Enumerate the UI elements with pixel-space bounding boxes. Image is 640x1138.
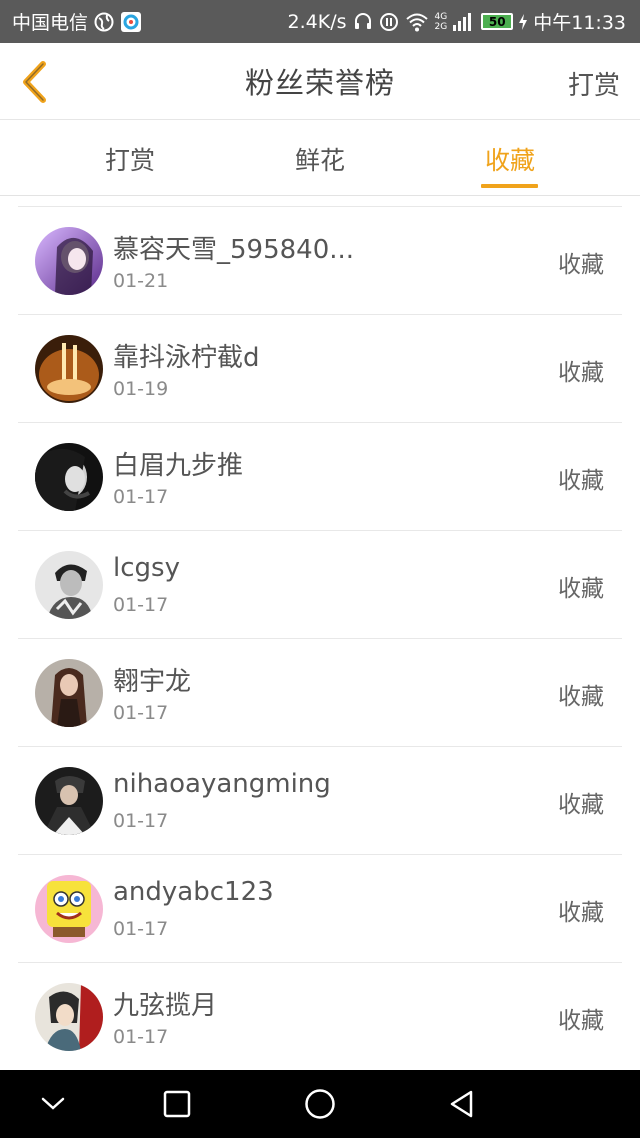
- app-notification-icon: [120, 11, 142, 33]
- nav-recents-button[interactable]: [155, 1082, 199, 1126]
- battery-icon: 50: [481, 13, 514, 30]
- status-bar: 中国电信 2.4K/s 4G 2G 50 中午11:33: [0, 0, 640, 43]
- carrier-label: 中国电信: [12, 12, 89, 34]
- list-item[interactable]: 翱宇龙 01-17 收藏: [18, 639, 622, 747]
- fan-date: 01-17: [113, 918, 169, 940]
- fan-action-label: 收藏: [558, 576, 604, 602]
- avatar: [35, 551, 103, 619]
- fan-action-label: 收藏: [558, 468, 604, 494]
- tab-flowers[interactable]: 鲜花: [260, 121, 380, 196]
- nav-back-button[interactable]: [440, 1082, 484, 1126]
- tab-tip[interactable]: 打赏: [70, 121, 190, 196]
- fan-date: 01-17: [113, 594, 169, 616]
- avatar: [35, 335, 103, 403]
- tab-bar: 打赏 鲜花 收藏: [0, 121, 640, 196]
- fans-list: 慕容天雪_595840... 01-21 收藏 靠抖泳柠截d 01-19 收藏 …: [18, 206, 622, 1071]
- fan-action-label: 收藏: [558, 900, 604, 926]
- fan-action-label: 收藏: [558, 252, 604, 278]
- back-chevron-icon: [23, 61, 46, 103]
- signal-icon: 4G 2G: [434, 11, 448, 32]
- avatar: [35, 983, 103, 1051]
- data-saver-icon: [379, 12, 399, 32]
- avatar: [35, 227, 103, 295]
- signal-bars-icon: [453, 12, 472, 31]
- list-item[interactable]: andyabc123 01-17 收藏: [18, 855, 622, 963]
- fan-name: 靠抖泳柠截d: [113, 343, 260, 373]
- avatar: [35, 875, 103, 943]
- fan-name: 翱宇龙: [113, 667, 192, 697]
- list-item[interactable]: 九弦揽月 01-17 收藏: [18, 963, 622, 1071]
- fan-action-label: 收藏: [558, 792, 604, 818]
- avatar: [35, 659, 103, 727]
- list-item[interactable]: 慕容天雪_595840... 01-21 收藏: [18, 207, 622, 315]
- fan-action-label: 收藏: [558, 684, 604, 710]
- fan-name: 白眉九步推: [113, 451, 244, 481]
- chevron-down-icon: [41, 1097, 65, 1110]
- globe-icon: [94, 12, 114, 32]
- fan-date: 01-17: [113, 486, 169, 508]
- fan-name: 慕容天雪_595840...: [113, 235, 355, 265]
- fan-date: 01-17: [113, 1026, 169, 1048]
- fan-date: 01-17: [113, 702, 169, 724]
- tab-active-indicator: [481, 184, 538, 188]
- avatar: [35, 767, 103, 835]
- fan-name: andyabc123: [113, 877, 274, 907]
- fan-action-label: 收藏: [558, 1008, 604, 1034]
- app-header: 粉丝荣誉榜 打赏: [0, 43, 640, 120]
- home-circle-icon: [305, 1089, 335, 1119]
- fan-action-label: 收藏: [558, 360, 604, 386]
- header-tip-button[interactable]: 打赏: [568, 65, 620, 102]
- nav-collapse-button[interactable]: [31, 1082, 75, 1126]
- system-nav-bar: [0, 1070, 640, 1138]
- recents-square-icon: [163, 1090, 191, 1118]
- back-triangle-icon: [450, 1090, 473, 1118]
- fan-date: 01-21: [113, 270, 169, 292]
- network-speed: 2.4K/s: [287, 10, 347, 33]
- list-item[interactable]: 白眉九步推 01-17 收藏: [18, 423, 622, 531]
- fan-date: 01-17: [113, 810, 169, 832]
- fan-date: 01-19: [113, 378, 169, 400]
- avatar: [35, 443, 103, 511]
- list-item[interactable]: lcgsy 01-17 收藏: [18, 531, 622, 639]
- list-item[interactable]: nihaoayangming 01-17 收藏: [18, 747, 622, 855]
- clock: 中午11:33: [533, 12, 626, 34]
- wifi-icon: [405, 12, 429, 32]
- fan-name: lcgsy: [113, 553, 180, 583]
- charging-icon: [519, 13, 528, 30]
- headset-icon: [353, 12, 373, 32]
- back-button[interactable]: [16, 59, 52, 105]
- fan-name: 九弦揽月: [113, 991, 218, 1021]
- nav-home-button[interactable]: [298, 1082, 342, 1126]
- page-title: 粉丝荣誉榜: [244, 66, 395, 100]
- fan-name: nihaoayangming: [113, 769, 331, 799]
- list-item[interactable]: 靠抖泳柠截d 01-19 收藏: [18, 315, 622, 423]
